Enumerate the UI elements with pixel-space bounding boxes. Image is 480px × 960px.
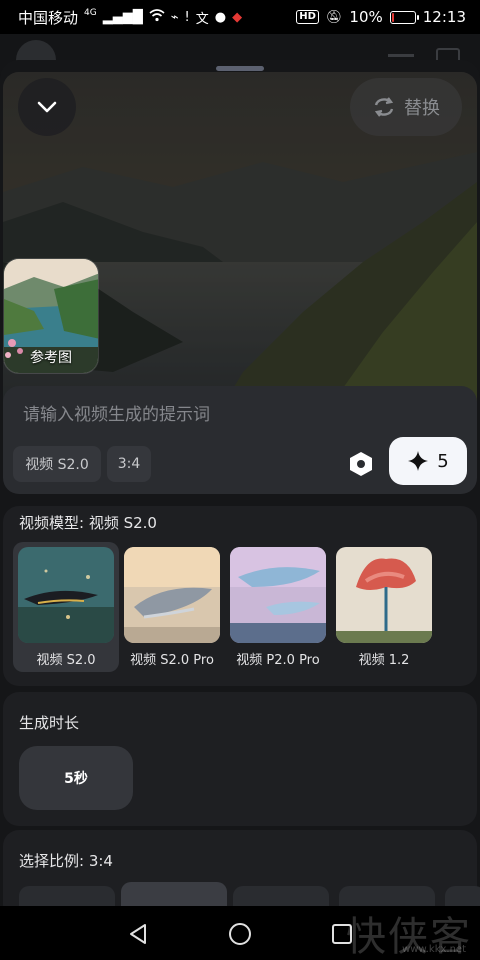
home-button[interactable] <box>226 920 254 948</box>
chat-bubble-icon: ● <box>214 9 227 25</box>
ratio-option[interactable] <box>445 886 480 906</box>
prompt-input[interactable] <box>23 398 443 432</box>
model-thumbnail <box>230 547 326 643</box>
model-name: 视频 S2.0 Pro <box>130 653 214 668</box>
clock: 12:13 <box>422 8 466 26</box>
mute-bell-icon: 🔕︎ <box>325 9 343 25</box>
duration-title: 生成时长 <box>19 714 80 732</box>
model-chip[interactable]: 视频 S2.0 <box>13 446 101 482</box>
generate-button[interactable]: 5 <box>389 437 467 485</box>
alert-icon: ! <box>184 9 190 25</box>
status-bar: 中国移动 4G ▂▄▆█ ⌁ ! 文 ● ◆ HD 🔕︎ 10% 12:13 <box>0 0 480 34</box>
ratio-chip[interactable]: 3:4 <box>107 446 151 482</box>
wifi-icon <box>149 8 165 26</box>
network-type: 4G <box>84 8 97 18</box>
model-name: 视频 P2.0 Pro <box>236 653 320 668</box>
chevron-down-icon <box>37 101 57 113</box>
back-triangle-icon <box>130 924 146 944</box>
reference-label: 参考图 <box>30 350 72 366</box>
replace-label: 替换 <box>404 98 440 119</box>
ratio-section: 选择比例: 3:4 <box>3 830 480 906</box>
ratio-option[interactable] <box>19 886 115 906</box>
battery-fill <box>391 12 395 22</box>
settings-button[interactable] <box>345 448 377 480</box>
watermark-url: www.kkx.net <box>402 944 466 955</box>
model-section-title: 视频模型: 视频 S2.0 <box>19 514 157 532</box>
model-section: 视频模型: 视频 S2.0 视频 S2.0 视频 S2.0 Pro 视频 P2.… <box>3 506 477 686</box>
replace-button[interactable]: 替换 <box>350 78 462 136</box>
hexagon-icon <box>350 452 372 476</box>
battery-icon <box>389 10 419 24</box>
ratio-title: 选择比例: 3:4 <box>19 852 113 870</box>
signal-icon: ▂▄▆█ <box>102 9 143 25</box>
model-name: 视频 S2.0 <box>36 653 96 668</box>
swap-icon <box>374 97 394 117</box>
video-generation-sheet: 替换 参考图 视频 S2.0 3:4 5 视频模型: 视频 S2.0 <box>0 60 480 906</box>
duration-option-5s[interactable]: 5秒 <box>19 746 133 810</box>
map-pin-icon: ◆ <box>232 9 243 25</box>
model-thumbnail <box>18 547 114 643</box>
translate-icon: 文 <box>195 11 209 27</box>
drag-handle[interactable] <box>216 66 264 71</box>
model-thumbnail <box>336 547 432 643</box>
model-thumbnail <box>124 547 220 643</box>
model-option-1-2[interactable]: 视频 1.2 <box>331 542 437 672</box>
model-option-s2-pro[interactable]: 视频 S2.0 Pro <box>119 542 225 672</box>
reference-image[interactable]: 参考图 <box>3 258 99 374</box>
credits-count: 5 <box>437 450 449 472</box>
collapse-button[interactable] <box>18 78 76 136</box>
home-circle-icon <box>229 923 251 945</box>
prompt-card: 视频 S2.0 3:4 5 <box>3 386 477 494</box>
model-option-p2-pro[interactable]: 视频 P2.0 Pro <box>225 542 331 672</box>
sparkle-icon <box>408 451 429 471</box>
duration-section: 生成时长 5秒 <box>3 692 477 826</box>
model-option-s2[interactable]: 视频 S2.0 <box>13 542 119 672</box>
carrier-name: 中国移动 <box>18 8 79 27</box>
ratio-option[interactable] <box>233 886 329 906</box>
battery-percent: 10% <box>349 8 383 26</box>
notification-icon: ⌁ <box>170 9 179 25</box>
hd-badge: HD <box>296 10 319 24</box>
menu-icon <box>388 54 414 57</box>
model-name: 视频 1.2 <box>358 653 410 668</box>
ratio-option[interactable] <box>339 886 435 906</box>
back-button[interactable] <box>124 920 152 948</box>
ratio-option-selected[interactable] <box>121 882 227 906</box>
